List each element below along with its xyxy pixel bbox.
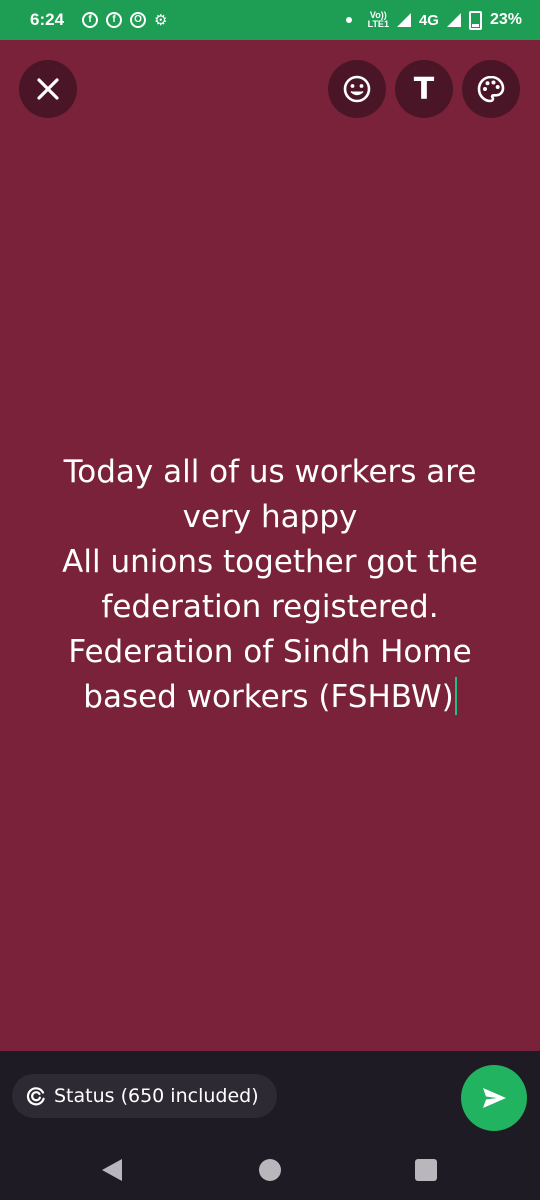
clock: 6:24	[30, 10, 65, 29]
text-cursor	[454, 677, 457, 715]
send-icon	[483, 1088, 506, 1108]
signal-icon	[446, 13, 461, 27]
home-icon[interactable]	[259, 1159, 281, 1181]
battery-icon	[468, 10, 482, 30]
status-text-editor[interactable]: Today all of us workers are very happy A…	[20, 450, 520, 720]
status-bar-left: 6:24 f f O ⚙	[30, 10, 167, 30]
text-line: All unions together got the	[62, 544, 478, 580]
emoji-button[interactable]	[328, 60, 386, 118]
color-palette-button[interactable]	[462, 60, 520, 118]
settings-icon: ⚙	[154, 12, 168, 29]
status-bar: 6:24 f f O ⚙ Vo)) LTE1 4G 23%	[0, 0, 540, 40]
send-button[interactable]	[461, 1065, 527, 1131]
text-line: federation registered.	[101, 589, 439, 625]
smiley-icon	[343, 75, 371, 103]
notification-dot-icon	[345, 17, 352, 23]
network-type: 4G	[418, 11, 439, 29]
close-button[interactable]	[19, 60, 77, 118]
audience-label: Status (650 included)	[54, 1085, 259, 1107]
battery-percent: 23%	[489, 11, 522, 28]
text-line-last: based workers (FSHBW)	[20, 675, 520, 720]
facebook-icon: f	[82, 12, 99, 28]
opera-icon: O	[130, 12, 147, 28]
text-line: Federation of Sindh Home	[68, 634, 472, 670]
palette-icon	[477, 75, 505, 103]
text-style-button[interactable]: T	[395, 60, 453, 118]
text-style-label: T	[413, 71, 435, 107]
recents-icon[interactable]	[415, 1159, 437, 1181]
text-line: based workers (FSHBW)	[83, 679, 454, 715]
facebook-icon: f	[106, 12, 123, 28]
status-audience-button[interactable]: Status (650 included)	[12, 1074, 277, 1118]
signal-icon	[396, 13, 411, 27]
status-ring-icon	[26, 1087, 45, 1106]
bottom-bar: Status (650 included)	[0, 1051, 540, 1141]
volte-indicator: Vo)) LTE1	[368, 11, 389, 29]
volte-bottom: LTE1	[367, 19, 389, 29]
status-canvas[interactable]: T Today all of us workers are very happy…	[0, 40, 540, 1051]
status-bar-right: Vo)) LTE1 4G 23%	[345, 10, 522, 30]
back-icon[interactable]	[102, 1159, 122, 1181]
text-line: very happy	[182, 499, 358, 535]
text-line: Today all of us workers are	[63, 454, 477, 490]
close-icon	[37, 78, 59, 100]
navigation-bar	[0, 1141, 540, 1200]
